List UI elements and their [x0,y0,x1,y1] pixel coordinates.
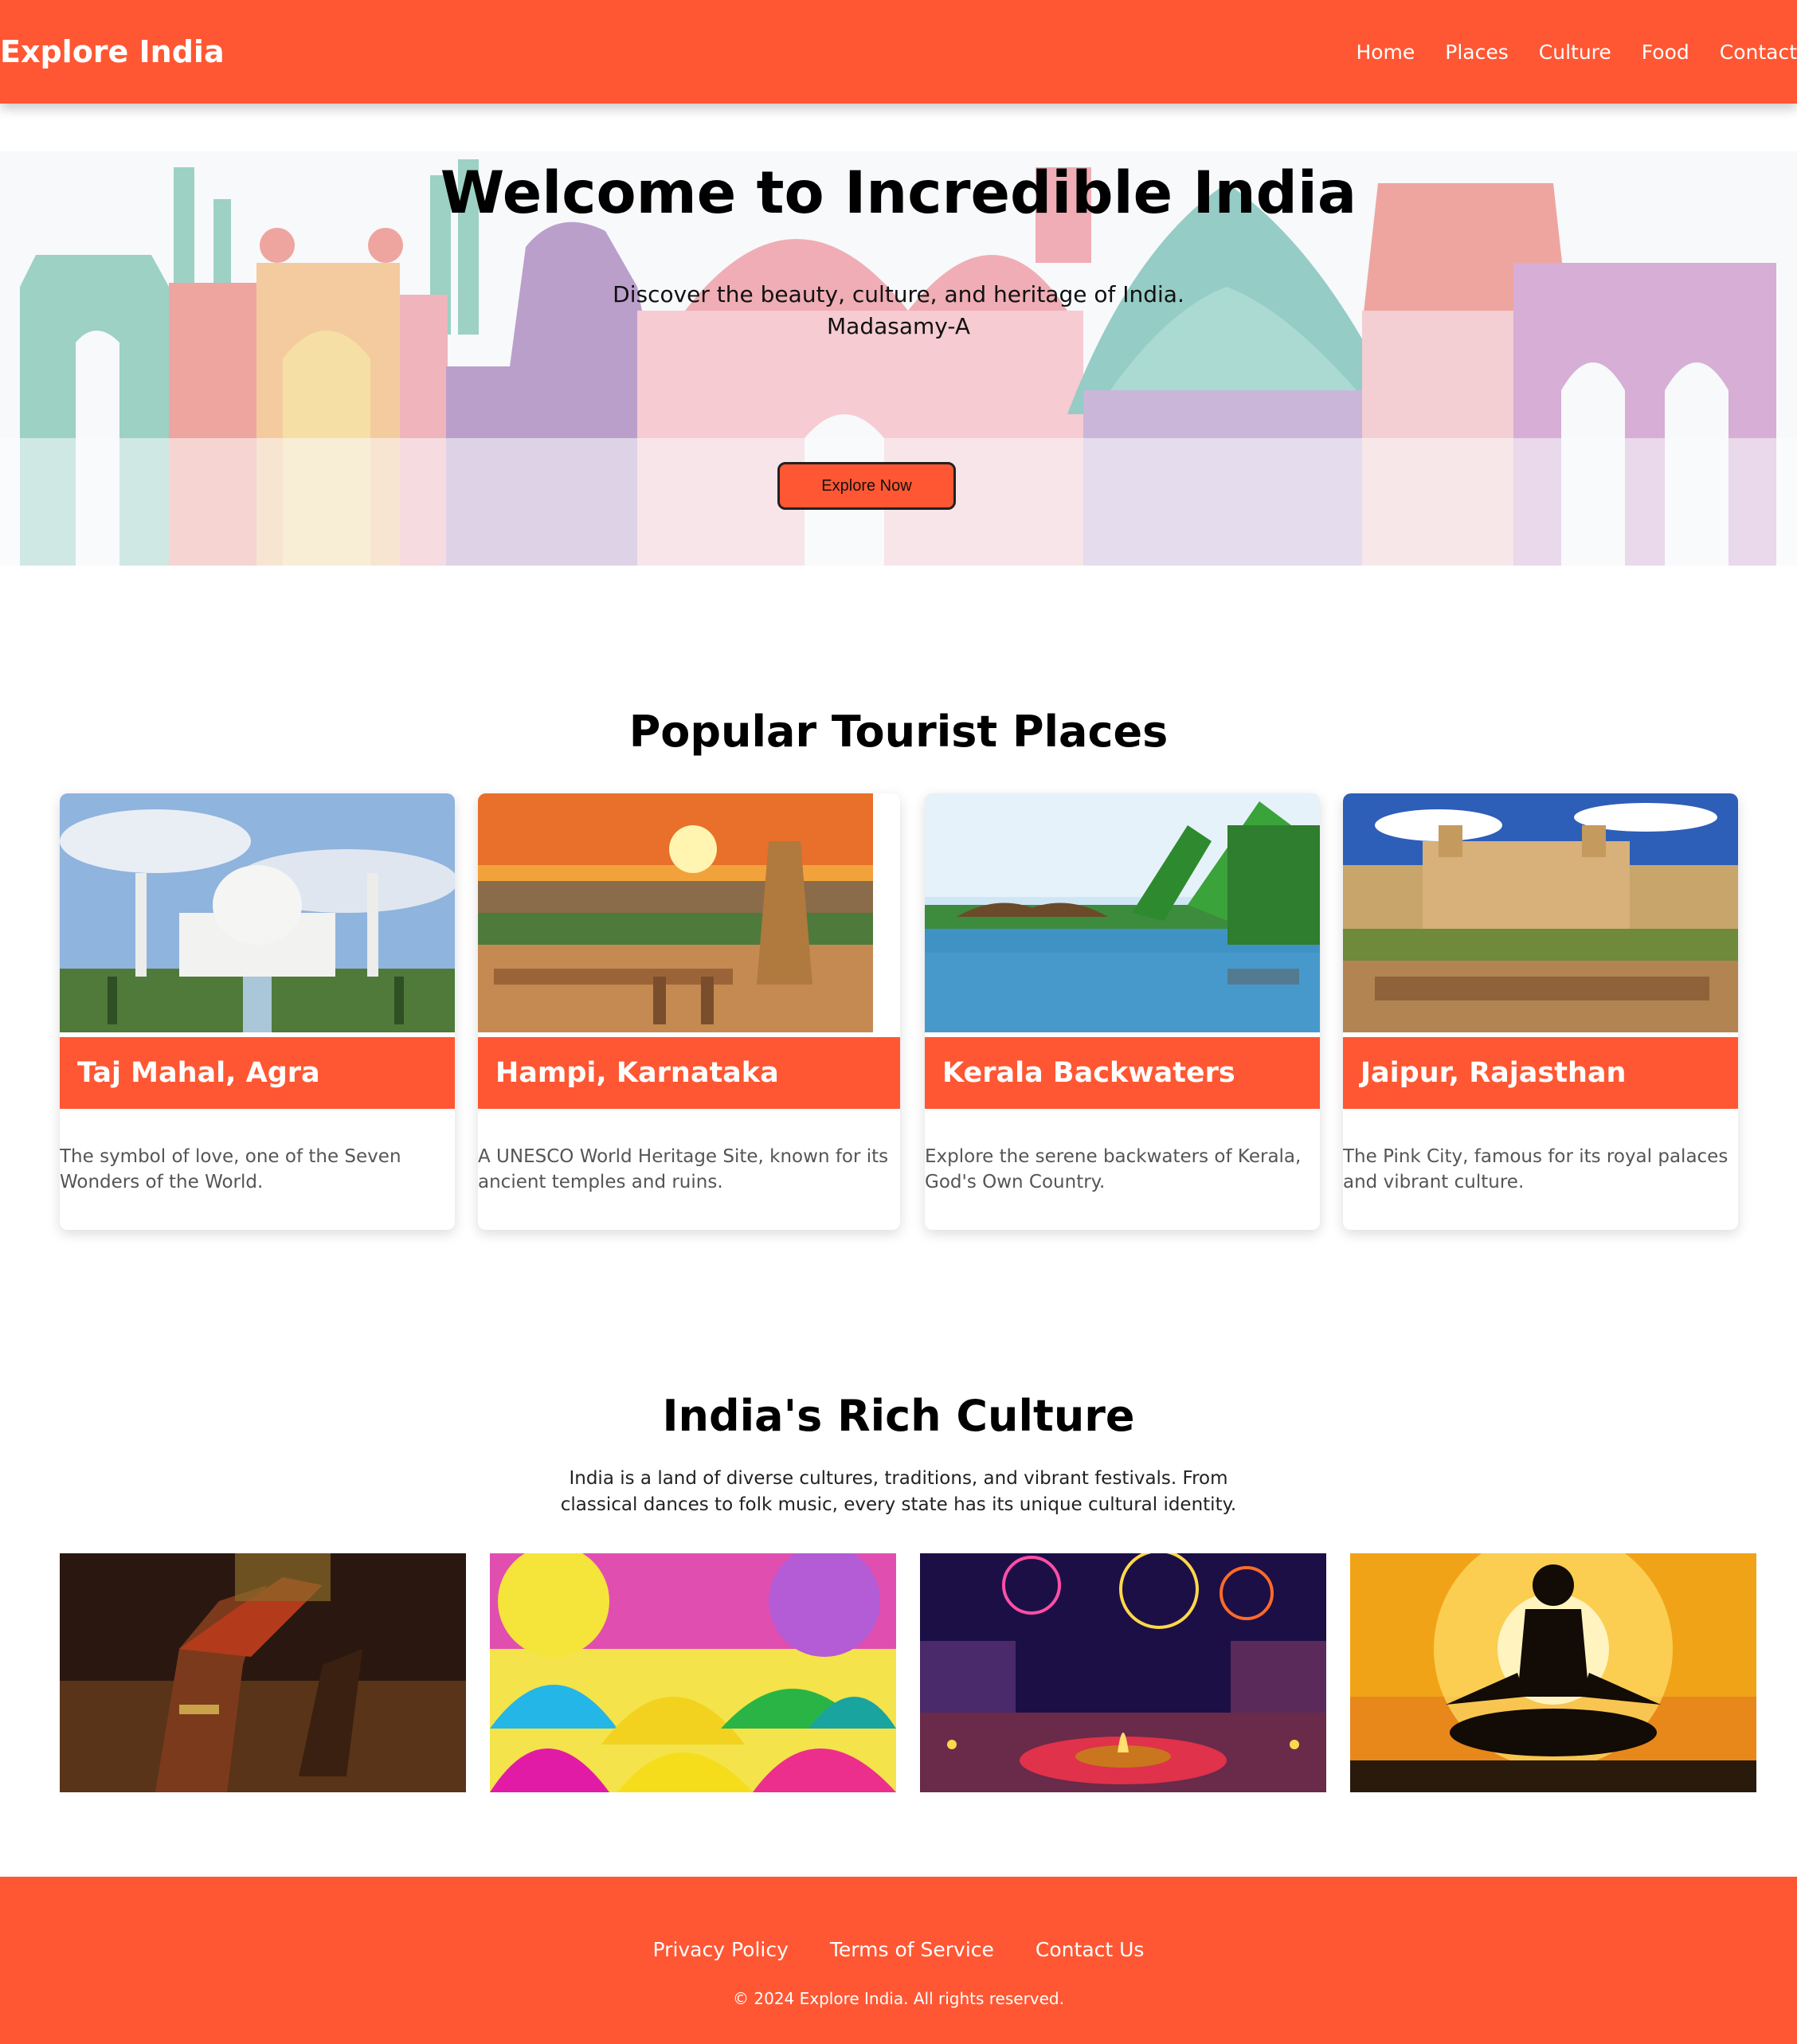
hero-subtitle: Discover the beauty, culture, and herita… [613,281,1184,307]
yoga-meditation-image [1350,1553,1756,1792]
hero-title: Welcome to Incredible India [440,159,1357,227]
main-nav: Home Places Culture Food Contact [1356,37,1797,69]
nav-culture-link[interactable]: Culture [1539,37,1611,69]
contact-us-link[interactable]: Contact Us [1036,1936,1145,1964]
taj-mahal-image [60,793,455,1032]
place-card-jaipur[interactable]: Jaipur, Rajasthan The Pink City, famous … [1343,793,1738,1230]
holi-colors-image [490,1553,896,1792]
place-card-taj-mahal[interactable]: Taj Mahal, Agra The symbol of love, one … [60,793,455,1230]
copyright-text: © 2024 Explore India. All rights reserve… [733,1989,1064,2008]
hero-author: Madasamy-A [827,313,970,339]
kerala-backwaters-image [925,793,1320,1032]
explore-now-button[interactable]: Explore Now [777,462,956,510]
site-footer: Privacy Policy Terms of Service Contact … [0,1877,1797,2044]
hampi-image [478,793,873,1032]
diwali-festival-image [920,1553,1326,1792]
place-card-description: The symbol of love, one of the Seven Won… [60,1146,401,1192]
nav-contact-link[interactable]: Contact [1720,37,1797,69]
privacy-policy-link[interactable]: Privacy Policy [653,1936,789,1964]
footer-links: Privacy Policy Terms of Service Contact … [0,1936,1797,1964]
culture-description: India is a land of diverse cultures, tra… [560,1468,1237,1515]
hero-banner: Welcome to Incredible India Discover the… [0,151,1797,566]
place-card-title: Taj Mahal, Agra [60,1037,455,1109]
nav-home-link[interactable]: Home [1356,37,1415,69]
classical-dance-image [60,1553,466,1792]
places-section-title: Popular Tourist Places [628,707,1169,757]
place-card-kerala[interactable]: Kerala Backwaters Explore the serene bac… [925,793,1320,1230]
place-card-title: Kerala Backwaters [925,1037,1320,1109]
nav-places-link[interactable]: Places [1445,37,1509,69]
place-card-description: A UNESCO World Heritage Site, known for … [478,1146,889,1192]
terms-of-service-link[interactable]: Terms of Service [830,1936,994,1964]
jaipur-image [1343,793,1738,1032]
culture-section-title: India's Rich Culture [662,1391,1135,1441]
brand-logo[interactable]: Explore India [0,32,225,72]
place-card-description: The Pink City, famous for its royal pala… [1343,1146,1728,1192]
place-card-title: Hampi, Karnataka [478,1037,900,1109]
place-card-title: Jaipur, Rajasthan [1343,1037,1738,1109]
place-card-hampi[interactable]: Hampi, Karnataka A UNESCO World Heritage… [478,793,900,1230]
top-navbar: Explore India Home Places Culture Food C… [0,0,1797,104]
nav-food-link[interactable]: Food [1642,37,1689,69]
place-card-description: Explore the serene backwaters of Kerala,… [925,1146,1302,1192]
